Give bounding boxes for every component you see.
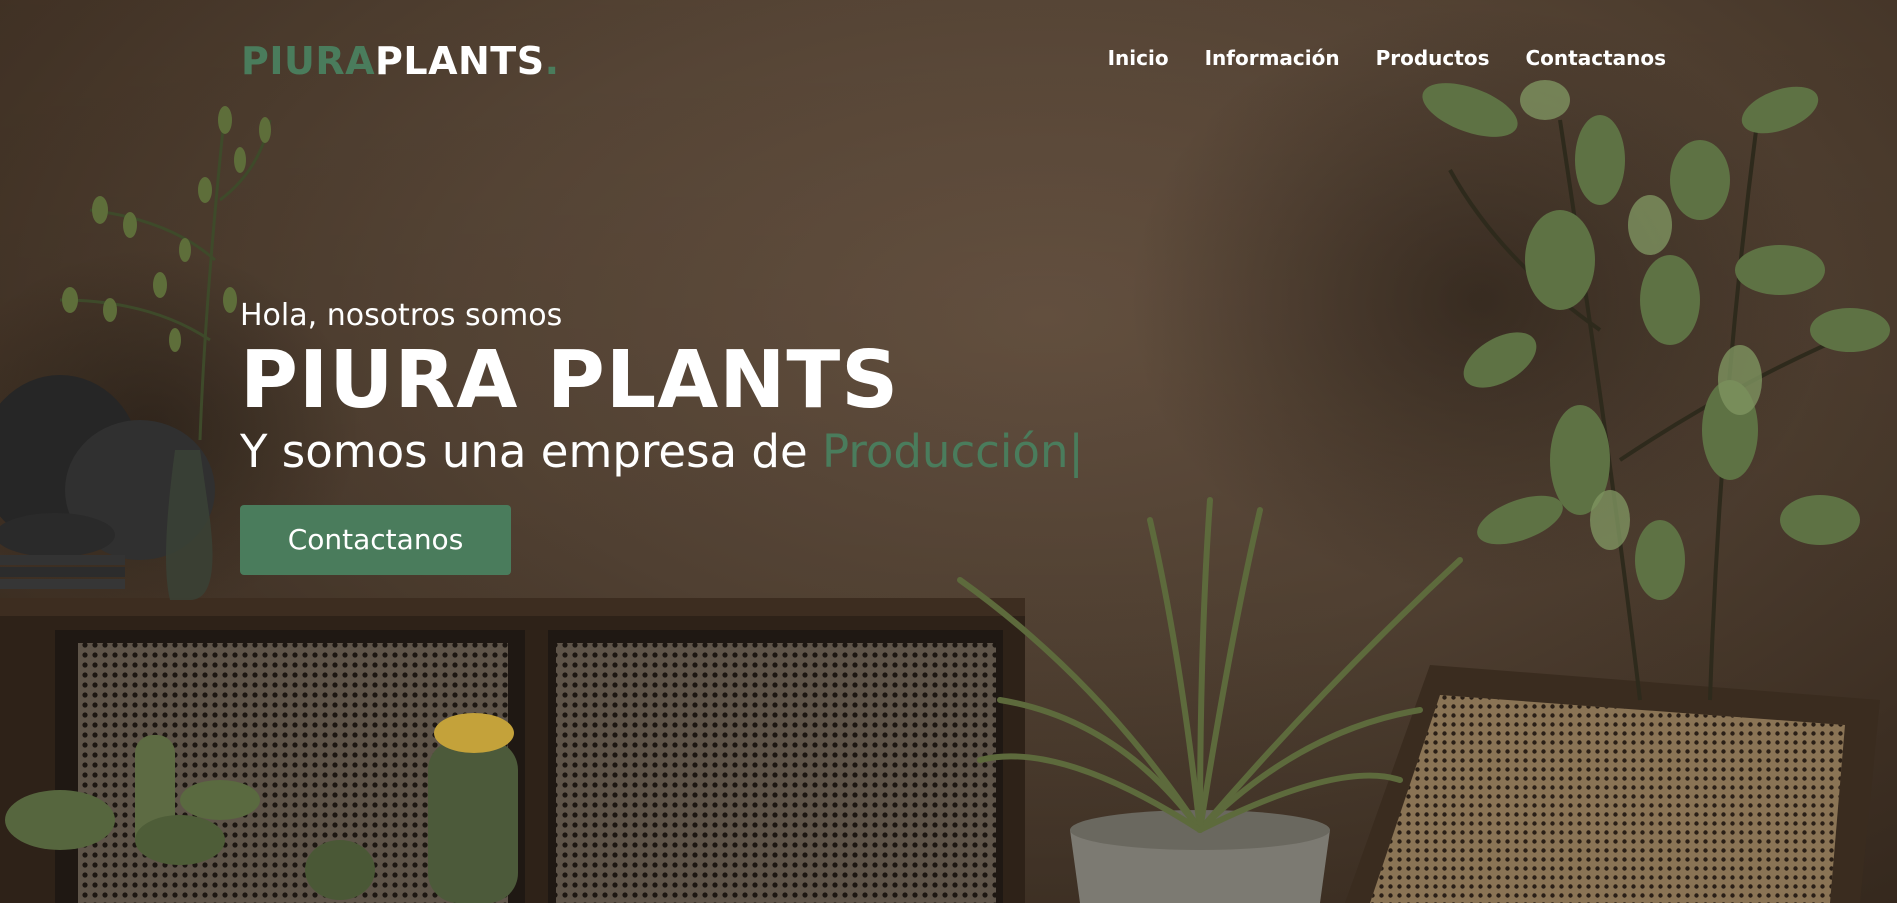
nav-link-contactanos[interactable]: Contactanos [1525, 46, 1666, 70]
ficus-illustration [1422, 80, 1890, 701]
hero-title: PIURA PLANTS [240, 334, 900, 426]
dishes-illustration [0, 375, 215, 600]
chair-illustration [1345, 665, 1880, 903]
tagline-prefix: Y somos una empresa de [240, 425, 822, 478]
hero-greeting: Hola, nosotros somos [240, 298, 563, 333]
nav-menu: Inicio Información Productos Contactanos [1108, 46, 1666, 70]
nav-link-inicio[interactable]: Inicio [1108, 46, 1169, 70]
hero-content: Hola, nosotros somos PIURA PLANTS Y somo… [240, 296, 1084, 575]
hero-tagline: Y somos una empresa de Producción| [240, 422, 1084, 482]
nav-link-productos[interactable]: Productos [1376, 46, 1490, 70]
logo[interactable]: PIURAPLANTS. [241, 38, 560, 84]
logo-dot: . [544, 39, 560, 83]
contact-button[interactable]: Contactanos [240, 505, 511, 575]
tagline-highlight: Producción [821, 425, 1069, 478]
hero-section: PIURAPLANTS. Inicio Información Producto… [0, 0, 1897, 903]
logo-word-2: PLANTS [375, 39, 545, 83]
nav-link-informacion[interactable]: Información [1205, 46, 1340, 70]
navbar: PIURAPLANTS. Inicio Información Producto… [0, 0, 1897, 120]
logo-word-1: PIURA [241, 39, 376, 83]
typing-cursor: | [1068, 425, 1084, 478]
